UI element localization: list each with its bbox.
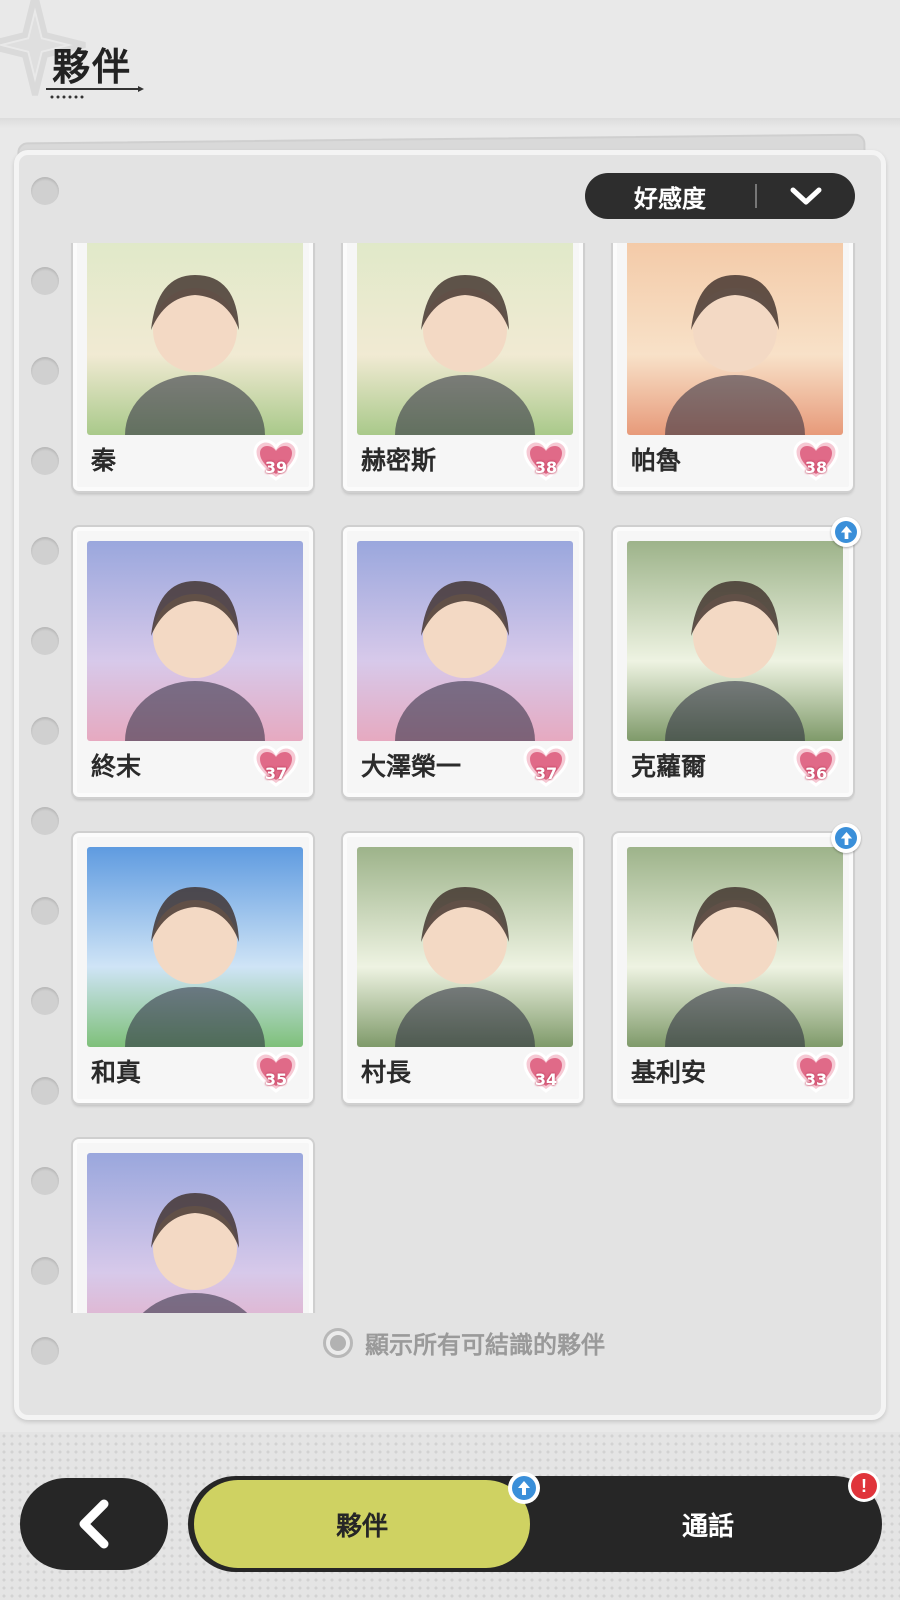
partner-portrait: [87, 1153, 303, 1313]
radio-button[interactable]: [323, 1327, 353, 1358]
header-divider: [0, 118, 900, 128]
tab-calls[interactable]: 通話: [548, 1480, 868, 1568]
partner-card[interactable]: 基利安 33: [613, 823, 861, 1103]
affinity-value: 37: [264, 764, 288, 783]
show-all-label: 顯示所有可結識的夥伴: [365, 1331, 605, 1359]
partner-portrait: [357, 541, 573, 741]
partner-notebook: 秦 39 赫密斯 38 帕魯 38 終末 37 大澤榮一 37 克蘿爾 36 和…: [14, 150, 886, 1420]
chevron-left-icon: [79, 1499, 109, 1549]
upgrade-badge-icon: [831, 823, 861, 853]
affinity-value: 38: [534, 458, 558, 477]
partner-grid-viewport[interactable]: 秦 39 赫密斯 38 帕魯 38 終末 37 大澤榮一 37 克蘿爾 36 和…: [19, 243, 881, 1313]
sort-label: 好感度: [634, 184, 706, 213]
upgrade-badge-icon: [831, 517, 861, 547]
affinity-value: 37: [534, 764, 558, 783]
partner-portrait: [87, 243, 303, 435]
title-underline: [46, 86, 144, 99]
sort-dropdown[interactable]: 好感度: [585, 173, 855, 219]
affinity-value: 36: [804, 764, 828, 783]
partner-portrait: [357, 847, 573, 1047]
partner-name: 大澤榮一: [361, 752, 462, 781]
affinity-value: 33: [804, 1070, 828, 1089]
back-button[interactable]: [20, 1478, 168, 1570]
partner-name: 赫密斯: [361, 446, 437, 475]
partner-card[interactable]: 赫密斯 38: [343, 243, 583, 491]
tab-bar: 夥伴 通話 !: [188, 1470, 882, 1572]
affinity-value: 39: [264, 458, 288, 477]
partner-portrait: [627, 541, 843, 741]
tab-partners-label: 夥伴: [335, 1511, 388, 1542]
partner-card[interactable]: 帕魯 38: [613, 243, 853, 491]
partner-name: 克蘿爾: [631, 752, 707, 781]
binder-hole: [31, 177, 59, 205]
partner-portrait: [627, 847, 843, 1047]
partner-name: 終末: [91, 752, 142, 781]
tab-calls-label: 通話: [681, 1511, 734, 1542]
tab-partners[interactable]: 夥伴: [194, 1480, 530, 1568]
partner-name: 村長: [361, 1058, 412, 1087]
partner-portrait: [627, 243, 843, 435]
page-title: 夥伴: [52, 45, 133, 89]
partner-grid: 秦 39 赫密斯 38 帕魯 38 終末 37 大澤榮一 37 克蘿爾 36 和…: [73, 243, 861, 1313]
partner-card[interactable]: 秦 39: [73, 243, 313, 491]
partner-card[interactable]: 克蘿爾 36: [613, 517, 861, 797]
affinity-value: 35: [264, 1070, 288, 1089]
partner-name: 帕魯: [631, 446, 682, 475]
upgrade-badge-icon: [508, 1472, 540, 1504]
partner-card[interactable]: 十兵衛 29: [73, 1139, 313, 1313]
partner-name: 秦: [91, 446, 117, 475]
partner-portrait: [87, 847, 303, 1047]
partner-card[interactable]: 大澤榮一 37: [343, 527, 583, 797]
partner-card[interactable]: 終末 37: [73, 527, 313, 797]
binder-hole: [31, 1337, 59, 1365]
partner-card[interactable]: 村長 34: [343, 833, 583, 1103]
partner-portrait: [357, 243, 573, 435]
partner-name: 基利安: [631, 1058, 707, 1087]
chevron-down-icon: [757, 185, 855, 207]
partner-portrait: [87, 541, 303, 741]
partner-card[interactable]: 和真 35: [73, 833, 313, 1103]
show-all-toggle[interactable]: 顯示所有可結識的夥伴: [323, 1325, 605, 1360]
alert-badge-icon: !: [848, 1470, 880, 1502]
affinity-value: 38: [804, 458, 828, 477]
partner-name: 和真: [91, 1058, 142, 1087]
affinity-value: 34: [534, 1070, 558, 1089]
